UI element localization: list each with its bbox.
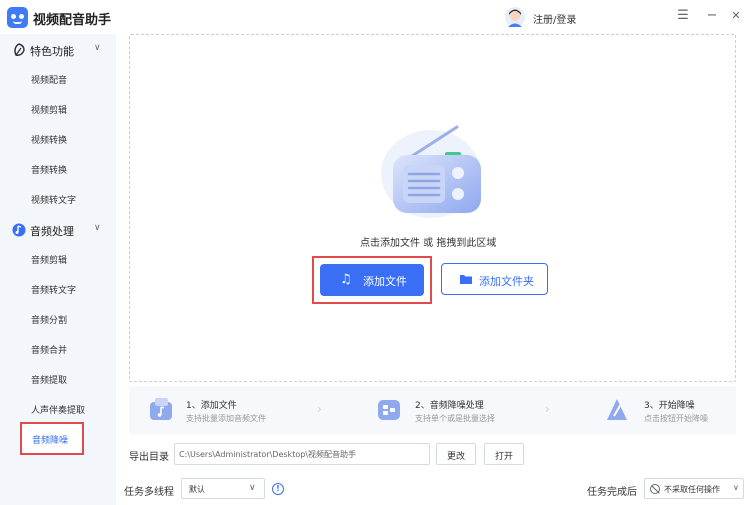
chevron-down-icon: ∨ bbox=[733, 483, 739, 492]
sidebar-item-label: 音频转文字 bbox=[31, 286, 77, 296]
output-path-value: C:\Users\Administrator\Desktop\视频配音助手 bbox=[179, 450, 356, 459]
leaf-icon bbox=[14, 43, 25, 56]
thread-label: 任务多线程 bbox=[124, 487, 174, 498]
after-complete-label: 任务完成后 bbox=[587, 487, 637, 498]
after-complete-value: 不采取任何操作 bbox=[664, 485, 720, 494]
folder-icon bbox=[460, 275, 472, 284]
drop-hint: 点击添加文件 或 拖拽到此区域 bbox=[360, 238, 497, 249]
close-icon[interactable]: ✕ bbox=[729, 9, 743, 23]
app-logo-icon bbox=[7, 7, 28, 28]
ban-icon bbox=[650, 484, 660, 494]
sidebar-item-video-dubbing[interactable]: 视频配音 bbox=[0, 64, 116, 94]
start-step-icon bbox=[607, 399, 627, 420]
chevron-down-icon: ∨ bbox=[94, 223, 101, 233]
thread-select-value: 默认 bbox=[189, 485, 205, 494]
add-file-step-icon bbox=[150, 398, 172, 420]
sidebar-item-vocal-separation[interactable]: 人声伴奏提取 bbox=[0, 394, 116, 424]
open-dir-label: 打开 bbox=[494, 452, 513, 462]
sidebar-item-label: 人声伴奏提取 bbox=[31, 406, 86, 416]
sidebar-item-audio-convert[interactable]: 音频转换 bbox=[0, 154, 116, 184]
menu-icon[interactable]: ☰ bbox=[676, 9, 690, 23]
title-bar: 视频配音助手 注册/登录 ☰ − ✕ bbox=[0, 0, 750, 34]
change-dir-button[interactable]: 更改 bbox=[436, 443, 476, 465]
add-folder-label: 添加文件夹 bbox=[479, 275, 534, 288]
chevron-down-icon: ∨ bbox=[249, 483, 256, 493]
sidebar-item-label: 音频提取 bbox=[31, 376, 68, 386]
sidebar-item-audio-to-text[interactable]: 音频转文字 bbox=[0, 274, 116, 304]
sidebar-item-label: 音频降噪 bbox=[32, 436, 69, 446]
sidebar-item-video-to-text[interactable]: 视频转文字 bbox=[0, 184, 116, 214]
sidebar-item-video-edit[interactable]: 视频剪辑 bbox=[0, 94, 116, 124]
sidebar-item-label: 音频剪辑 bbox=[31, 256, 68, 266]
sidebar-item-audio-edit[interactable]: 音频剪辑 bbox=[0, 244, 116, 274]
step-title: 2、音频降噪处理 bbox=[415, 401, 484, 411]
sidebar-item-label: 视频转换 bbox=[31, 136, 68, 146]
sidebar-section-features[interactable]: 特色功能 ∨ bbox=[0, 35, 116, 65]
sidebar-section-label: 特色功能 bbox=[30, 45, 74, 58]
step-title: 1、添加文件 bbox=[186, 401, 237, 411]
sidebar-item-video-convert[interactable]: 视频转换 bbox=[0, 124, 116, 154]
sidebar-item-audio-extract[interactable]: 音频提取 bbox=[0, 364, 116, 394]
steps-bar: 1、添加文件 支持批量添加音频文件 › 2、音频降噪处理 支持单个或是批量选择 … bbox=[129, 386, 736, 434]
sidebar-section-label: 音频处理 bbox=[30, 225, 74, 238]
open-dir-button[interactable]: 打开 bbox=[484, 443, 524, 465]
change-dir-label: 更改 bbox=[446, 452, 465, 462]
step-desc: 支持批量添加音频文件 bbox=[186, 414, 266, 423]
after-complete-select[interactable]: 不采取任何操作 ∨ bbox=[644, 478, 744, 499]
step-title: 3、开始降噪 bbox=[644, 401, 695, 411]
avatar[interactable] bbox=[505, 6, 525, 28]
process-step-icon bbox=[378, 400, 400, 420]
output-dir-label: 导出目录 bbox=[129, 452, 169, 463]
info-icon[interactable]: ! bbox=[272, 483, 284, 495]
chevron-right-icon: › bbox=[317, 402, 322, 416]
sidebar-item-audio-split[interactable]: 音频分割 bbox=[0, 304, 116, 334]
sidebar-item-audio-merge[interactable]: 音频合并 bbox=[0, 334, 116, 364]
sidebar-item-noise-reduction[interactable]: 音频降噪 bbox=[20, 422, 84, 455]
sidebar-section-audio[interactable]: 音频处理 ∨ bbox=[0, 215, 116, 245]
step-desc: 点击按钮开始降噪 bbox=[644, 414, 708, 423]
output-path-field[interactable]: C:\Users\Administrator\Desktop\视频配音助手 bbox=[174, 443, 430, 465]
app-title: 视频配音助手 bbox=[33, 13, 112, 28]
sidebar-item-label: 音频转换 bbox=[31, 166, 68, 176]
sidebar: 特色功能 ∨ 视频配音 视频剪辑 视频转换 音频转换 视频转文字 音频处理 ∨ … bbox=[0, 34, 116, 505]
sidebar-item-label: 视频配音 bbox=[31, 76, 68, 86]
radio-illustration bbox=[381, 125, 481, 218]
chevron-right-icon: › bbox=[545, 402, 550, 416]
audio-icon bbox=[12, 223, 26, 237]
step-desc: 支持单个或是批量选择 bbox=[415, 414, 495, 423]
thread-select[interactable]: 默认 ∨ bbox=[181, 478, 265, 499]
sidebar-item-label: 视频剪辑 bbox=[31, 106, 68, 116]
add-file-highlight: ♫ 添加文件 bbox=[312, 256, 432, 304]
music-note-icon: ♫ bbox=[340, 272, 352, 287]
sidebar-item-label: 音频分割 bbox=[31, 316, 68, 326]
sidebar-item-label: 音频合并 bbox=[31, 346, 68, 356]
add-file-button[interactable]: ♫ 添加文件 bbox=[320, 264, 424, 296]
sidebar-item-label: 视频转文字 bbox=[31, 196, 77, 206]
minimize-icon[interactable]: − bbox=[705, 9, 719, 23]
login-link[interactable]: 注册/登录 bbox=[533, 11, 576, 26]
add-folder-button[interactable]: 添加文件夹 bbox=[441, 263, 548, 295]
chevron-down-icon: ∨ bbox=[94, 43, 101, 53]
add-file-label: 添加文件 bbox=[363, 275, 407, 288]
